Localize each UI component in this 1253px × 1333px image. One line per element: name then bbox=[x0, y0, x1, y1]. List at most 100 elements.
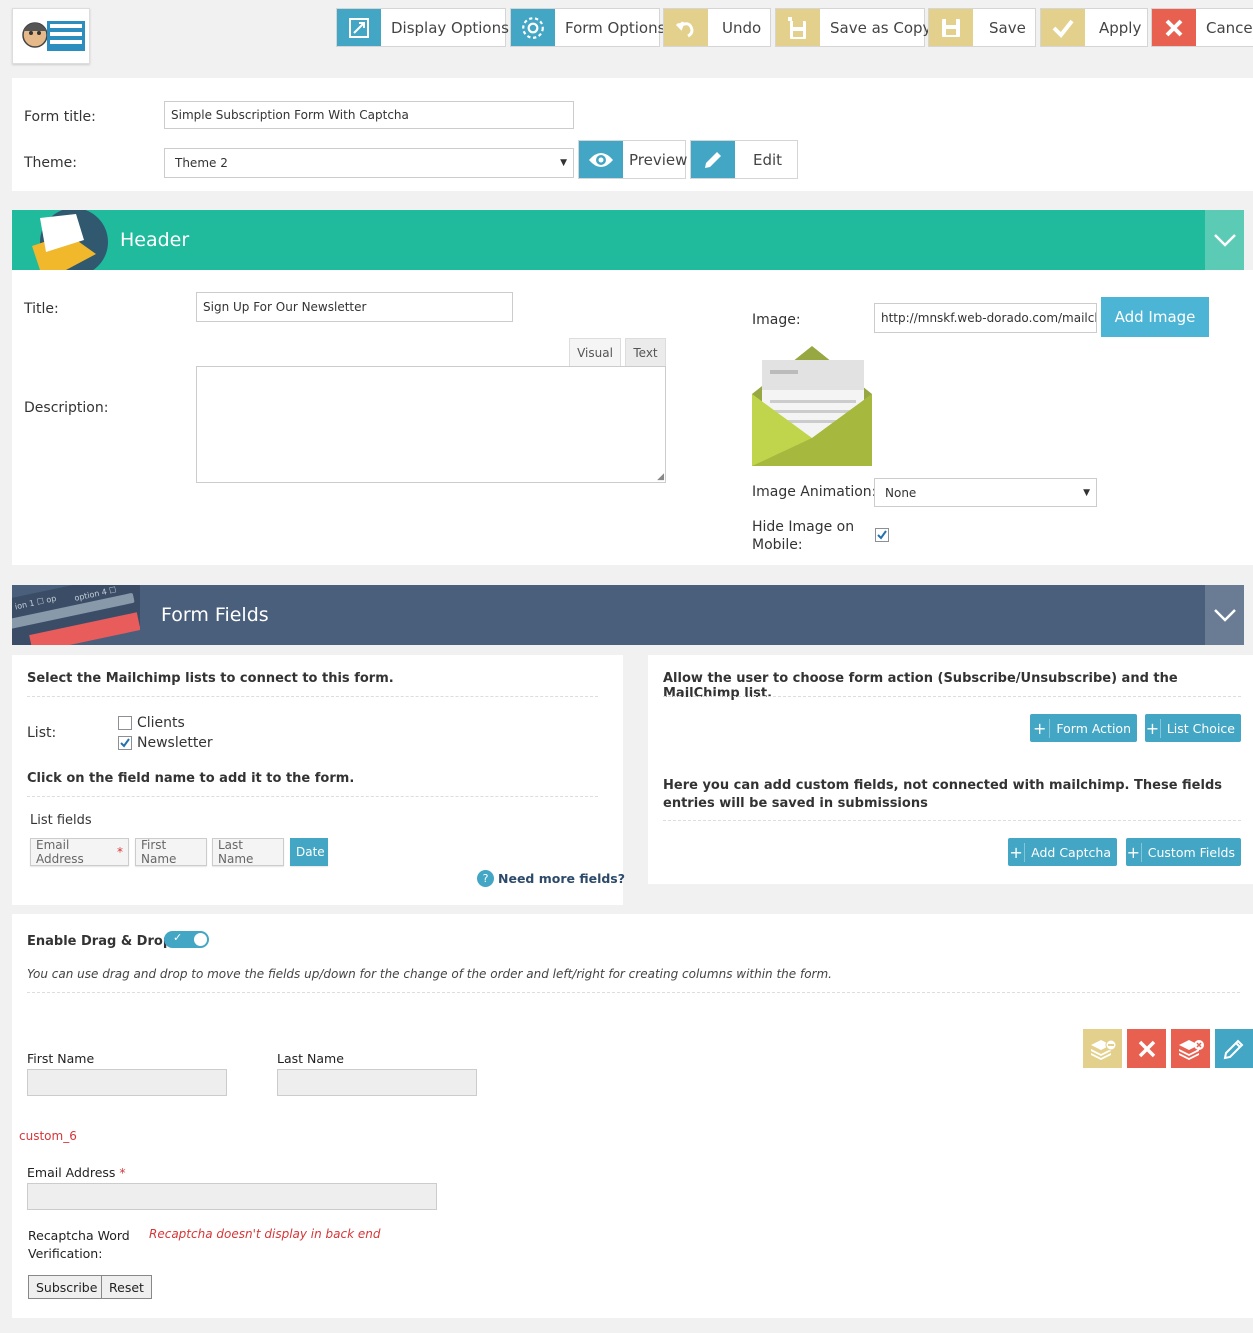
tab-text[interactable]: Text bbox=[625, 338, 666, 367]
layers-icon bbox=[1090, 1039, 1116, 1060]
display-options-label: Display Options bbox=[391, 18, 509, 37]
email-address-text: Email Address bbox=[27, 1165, 116, 1180]
theme-select[interactable]: Theme 2 ▼ bbox=[164, 148, 574, 178]
email-address-input[interactable] bbox=[27, 1183, 437, 1210]
list-choice-label: List Choice bbox=[1166, 720, 1235, 736]
custom-fields-heading: Here you can add custom fields, not conn… bbox=[663, 778, 1222, 811]
collapse-layers-button[interactable] bbox=[1083, 1029, 1122, 1068]
form-options-button[interactable]: Form Options bbox=[510, 8, 665, 47]
select-lists-heading: Select the Mailchimp lists to connect to… bbox=[27, 671, 394, 686]
clients-checkbox[interactable] bbox=[118, 716, 132, 730]
form-action-button[interactable]: + Form Action bbox=[1030, 714, 1137, 742]
dropdown-arrow-icon: ▼ bbox=[560, 158, 567, 168]
header-title-label: Title: bbox=[24, 301, 59, 317]
add-captcha-button[interactable]: + Add Captcha bbox=[1008, 838, 1117, 866]
description-textarea[interactable]: ◢ bbox=[196, 366, 666, 483]
toggle-knob bbox=[194, 933, 207, 946]
form-fields-section-bar[interactable]: ion 1 ☐ op option 4 ☐ Form Fields bbox=[12, 585, 1244, 645]
need-more-fields-link[interactable]: ? Need more fields? bbox=[477, 870, 625, 887]
header-title-input[interactable]: Sign Up For Our Newsletter bbox=[196, 292, 513, 322]
image-url-input[interactable]: http://mnskf.web-dorado.com/mailcl bbox=[874, 303, 1097, 333]
undo-label: Undo bbox=[722, 18, 762, 37]
edit-label: Edit bbox=[753, 150, 783, 169]
reset-button[interactable]: Reset bbox=[101, 1275, 152, 1299]
header-section-bar[interactable]: Header bbox=[12, 210, 1244, 270]
hide-image-checkbox[interactable] bbox=[875, 528, 889, 542]
divider bbox=[663, 820, 1241, 821]
image-label: Image: bbox=[752, 312, 801, 328]
toggle-check-icon: ✓ bbox=[173, 931, 183, 944]
plus-icon: + bbox=[1126, 842, 1142, 862]
hide-image-label: Hide Image on Mobile: bbox=[752, 519, 855, 553]
list-choice-button[interactable]: + List Choice bbox=[1145, 714, 1241, 742]
save-copy-button[interactable]: Save as Copy bbox=[775, 8, 931, 47]
form-title-label: Form title: bbox=[24, 109, 96, 125]
drag-drop-hint: You can use drag and drop to move the fi… bbox=[27, 967, 832, 981]
chip-last-name[interactable]: Last Name bbox=[212, 838, 284, 866]
list-option-clients[interactable]: Clients bbox=[118, 715, 185, 731]
apply-button[interactable]: Apply bbox=[1040, 8, 1148, 47]
cancel-label: Cancel bbox=[1206, 18, 1253, 37]
chip-email-address[interactable]: Email Address * bbox=[30, 838, 129, 866]
last-name-input[interactable] bbox=[277, 1069, 477, 1096]
save-copy-label: Save as Copy bbox=[830, 18, 932, 37]
add-captcha-label: Add Captcha bbox=[1031, 844, 1111, 860]
chevron-down-icon[interactable] bbox=[1205, 210, 1244, 270]
preview-button[interactable]: Preview bbox=[578, 140, 687, 179]
display-options-button[interactable]: Display Options bbox=[336, 8, 509, 47]
cancel-button[interactable]: Cancel bbox=[1151, 8, 1253, 47]
drag-drop-toggle[interactable]: ✓ bbox=[164, 931, 209, 948]
envelope-image bbox=[752, 346, 873, 467]
chevron-down-icon[interactable] bbox=[1205, 585, 1244, 645]
form-title-input[interactable]: Simple Subscription Form With Captcha bbox=[164, 101, 574, 129]
recaptcha-note: Recaptcha doesn't display in back end bbox=[149, 1227, 381, 1241]
form-action-label: Form Action bbox=[1056, 720, 1131, 736]
add-image-button[interactable]: Add Image bbox=[1101, 297, 1209, 337]
close-icon bbox=[1152, 9, 1196, 46]
header-section-title: Header bbox=[120, 229, 190, 251]
chip-first-name[interactable]: First Name bbox=[135, 838, 207, 866]
form-fields-section-icon: ion 1 ☐ op option 4 ☐ bbox=[12, 585, 140, 645]
edit-field-button[interactable] bbox=[1215, 1029, 1253, 1068]
image-animation-select[interactable]: None ▼ bbox=[874, 478, 1097, 507]
custom-fields-button[interactable]: + Custom Fields bbox=[1126, 838, 1241, 866]
theme-label: Theme: bbox=[24, 155, 78, 171]
plus-icon: + bbox=[1145, 718, 1161, 738]
subscribe-button[interactable]: Subscribe bbox=[28, 1275, 106, 1299]
resize-handle-icon[interactable]: ◢ bbox=[657, 472, 664, 482]
list-fields-label: List fields bbox=[30, 813, 92, 828]
custom-field-label: custom_6 bbox=[19, 1129, 77, 1143]
floppy-icon bbox=[929, 9, 973, 46]
first-name-input[interactable] bbox=[27, 1069, 227, 1096]
tab-visual[interactable]: Visual bbox=[569, 338, 621, 367]
divider bbox=[663, 696, 1241, 697]
recaptcha-label: Recaptcha Word Verification: bbox=[28, 1228, 130, 1261]
image-animation-value: None bbox=[885, 485, 917, 500]
list-option-newsletter[interactable]: Newsletter bbox=[118, 735, 213, 751]
chip-date[interactable]: Date bbox=[290, 838, 328, 866]
image-animation-label: Image Animation: bbox=[752, 484, 877, 500]
edit-theme-button[interactable]: Edit bbox=[690, 140, 798, 179]
delete-all-layers-button[interactable] bbox=[1171, 1029, 1210, 1068]
layers-delete-icon bbox=[1178, 1039, 1204, 1060]
display-options-icon bbox=[337, 9, 381, 46]
delete-field-button[interactable] bbox=[1127, 1029, 1166, 1068]
first-name-label: First Name bbox=[27, 1051, 95, 1066]
dropdown-arrow-icon: ▼ bbox=[1083, 487, 1090, 498]
undo-button[interactable]: Undo bbox=[663, 8, 771, 47]
undo-icon bbox=[664, 9, 708, 46]
apply-label: Apply bbox=[1099, 18, 1142, 37]
newsletter-checkbox[interactable] bbox=[118, 736, 132, 750]
save-button[interactable]: Save bbox=[928, 8, 1036, 47]
header-section-icon bbox=[26, 210, 108, 270]
theme-select-value: Theme 2 bbox=[175, 156, 228, 170]
description-label: Description: bbox=[24, 400, 109, 416]
form-fields-section-title: Form Fields bbox=[161, 604, 269, 626]
divider bbox=[27, 696, 598, 697]
chip-email-label: Email Address bbox=[36, 838, 84, 866]
app-logo bbox=[12, 8, 90, 64]
plus-icon: + bbox=[1030, 718, 1051, 738]
close-icon bbox=[1138, 1040, 1155, 1057]
list-label: List: bbox=[27, 725, 57, 741]
save-copy-icon bbox=[776, 9, 820, 46]
